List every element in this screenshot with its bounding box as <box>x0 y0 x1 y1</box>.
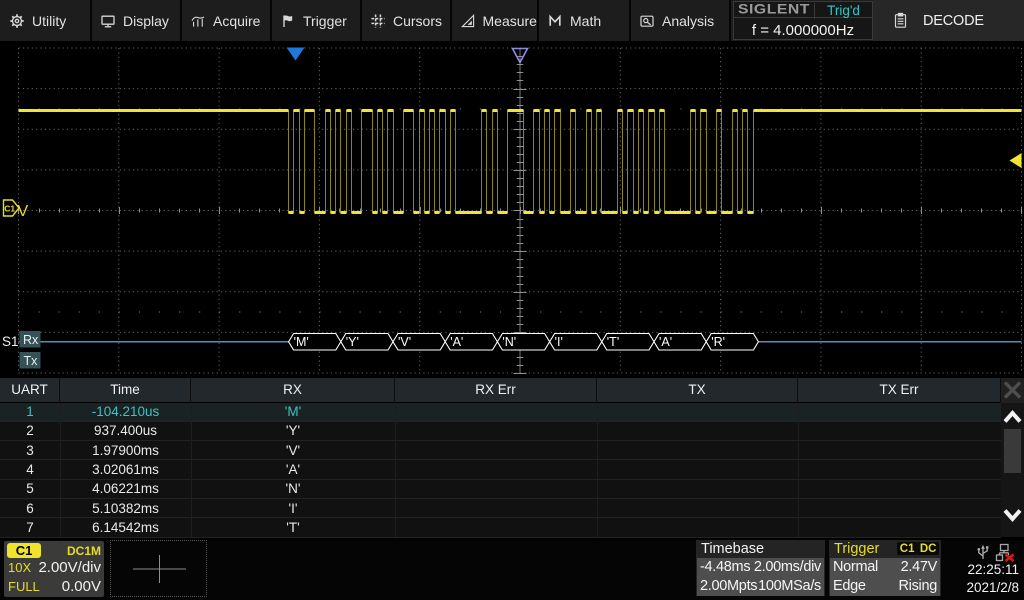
svg-text:C1: C1 <box>4 204 15 214</box>
svg-text:'R': 'R' <box>711 335 725 349</box>
svg-text:'V': 'V' <box>398 335 411 349</box>
svg-text:'Y': 'Y' <box>346 335 359 349</box>
svg-text:Tx: Tx <box>24 354 39 368</box>
svg-text:'T': 'T' <box>607 335 619 349</box>
svg-text:'A': 'A' <box>450 335 463 349</box>
svg-text:'N': 'N' <box>502 335 516 349</box>
svg-text:Rx: Rx <box>23 333 39 347</box>
svg-text:'M': 'M' <box>294 335 309 349</box>
svg-text:'I': 'I' <box>555 335 563 349</box>
svg-text:S1: S1 <box>2 334 19 349</box>
svg-text:V: V <box>18 203 29 220</box>
svg-text:'A': 'A' <box>659 335 672 349</box>
